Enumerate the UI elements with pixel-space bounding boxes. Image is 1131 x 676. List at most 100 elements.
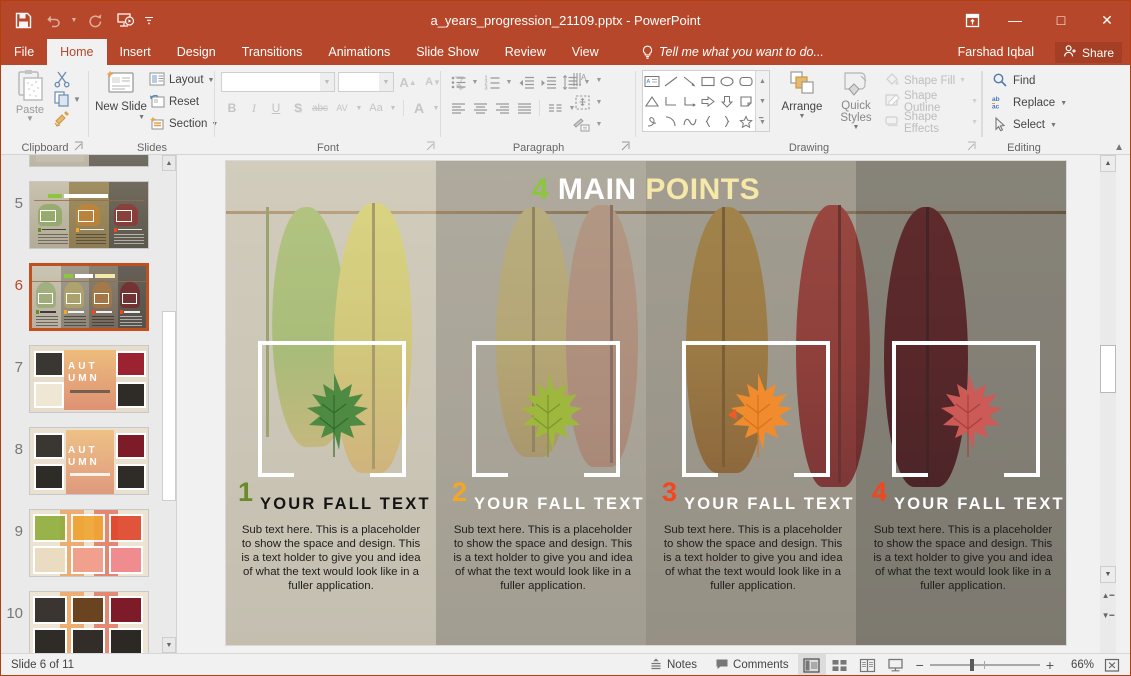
- thumbnail-slide-6[interactable]: 6: [1, 263, 161, 331]
- collapse-ribbon-icon[interactable]: ▲: [1114, 142, 1124, 153]
- copy-button[interactable]: ▼: [53, 89, 87, 109]
- shape-outline-dropdown-icon[interactable]: ▼: [971, 98, 978, 105]
- align-left-icon[interactable]: [447, 97, 469, 119]
- star-shape[interactable]: [736, 111, 755, 131]
- change-case-dropdown-icon[interactable]: ▼: [387, 97, 399, 119]
- previous-slide-icon[interactable]: ▲━: [1100, 587, 1116, 604]
- text-direction-dropdown-icon[interactable]: ▼: [593, 69, 605, 91]
- right-brace-shape[interactable]: [718, 111, 737, 131]
- shapes-gallery[interactable]: A: [642, 70, 770, 132]
- thumbnail-scroll-up-icon[interactable]: ▲: [162, 155, 176, 171]
- thumbnail-scrollbar[interactable]: ▲ ▼: [162, 155, 176, 653]
- thumbnail-slide-8[interactable]: 8 AUT UMN: [1, 427, 161, 495]
- curve-shape[interactable]: [680, 111, 699, 131]
- fit-to-window-icon[interactable]: [1100, 654, 1124, 676]
- layout-button[interactable]: Layout ▼: [149, 69, 213, 91]
- thumbnail-scroll-thumb[interactable]: [162, 311, 176, 501]
- new-slide-dropdown-icon[interactable]: ▼: [138, 114, 145, 121]
- slide-sorter-icon[interactable]: [826, 654, 854, 676]
- tab-transitions[interactable]: Transitions: [229, 39, 316, 65]
- column-heading-1[interactable]: YOUR FALL TEXT: [260, 495, 431, 514]
- column-body-2[interactable]: Sub text here. This is a placeholder to …: [450, 523, 636, 593]
- redo-icon[interactable]: [81, 6, 109, 34]
- thumbnail-image[interactable]: [29, 181, 149, 249]
- tab-review[interactable]: Review: [492, 39, 559, 65]
- column-body-3[interactable]: Sub text here. This is a placeholder to …: [660, 523, 846, 593]
- align-right-icon[interactable]: [491, 97, 513, 119]
- columns-icon[interactable]: [544, 97, 566, 119]
- tab-home[interactable]: Home: [47, 39, 106, 65]
- oval-shape[interactable]: [718, 71, 737, 91]
- font-size-dropdown-icon[interactable]: ▼: [379, 73, 393, 91]
- select-dropdown-icon[interactable]: ▼: [1050, 122, 1057, 129]
- customize-qat-icon[interactable]: [141, 6, 157, 34]
- drawing-dialog-launcher[interactable]: [967, 141, 978, 152]
- rounded-rectangle-shape[interactable]: [736, 71, 755, 91]
- tab-file[interactable]: File: [1, 39, 47, 65]
- bullets-icon[interactable]: [447, 71, 469, 93]
- folded-corner-shape[interactable]: [736, 91, 755, 111]
- column-heading-3[interactable]: YOUR FALL TEXT: [684, 495, 855, 514]
- font-color-button[interactable]: A: [408, 97, 430, 119]
- tab-animations[interactable]: Animations: [315, 39, 403, 65]
- font-name-input[interactable]: ▼: [221, 72, 335, 92]
- tab-slide-show[interactable]: Slide Show: [403, 39, 492, 65]
- thumbnail-slide-10[interactable]: 10: [1, 591, 161, 653]
- scroll-up-icon[interactable]: ▲: [1100, 155, 1116, 172]
- align-text-icon[interactable]: [571, 91, 593, 113]
- underline-button[interactable]: U: [265, 97, 287, 119]
- left-brace-shape[interactable]: [699, 111, 718, 131]
- shapes-scroll-down-icon[interactable]: ▼: [756, 91, 769, 111]
- scroll-thumb[interactable]: [1100, 345, 1116, 393]
- shape-effects-button[interactable]: Shape Effects ▼: [884, 112, 978, 133]
- column-heading-4[interactable]: YOUR FALL TEXT: [894, 495, 1065, 514]
- clipboard-dialog-launcher[interactable]: [74, 141, 85, 152]
- thumbnail-image[interactable]: [29, 509, 149, 577]
- slideshow-view-icon[interactable]: [882, 654, 910, 676]
- start-slideshow-icon[interactable]: [111, 6, 139, 34]
- thumbnail-slide-5[interactable]: 5: [1, 181, 161, 249]
- paste-button[interactable]: Paste ▼: [9, 69, 51, 131]
- arc-shape[interactable]: [662, 111, 681, 131]
- numbering-icon[interactable]: 123: [481, 71, 503, 93]
- slide-vertical-scrollbar[interactable]: ▲ ▼: [1100, 155, 1116, 653]
- save-icon[interactable]: [9, 6, 37, 34]
- replace-button[interactable]: abac Replace ▼: [992, 92, 1102, 114]
- new-slide-button[interactable]: New Slide ▼: [95, 69, 147, 137]
- right-arrow-shape[interactable]: [699, 91, 718, 111]
- increase-indent-icon[interactable]: [537, 71, 559, 93]
- shape-outline-button[interactable]: Shape Outline ▼: [884, 91, 978, 112]
- ribbon-display-icon[interactable]: [952, 1, 992, 39]
- italic-button[interactable]: I: [243, 97, 265, 119]
- align-center-icon[interactable]: [469, 97, 491, 119]
- thumbnail-image[interactable]: AUT UMN: [29, 427, 149, 495]
- thumbnail-image[interactable]: [29, 263, 149, 331]
- font-name-dropdown-icon[interactable]: ▼: [320, 73, 334, 91]
- align-text-dropdown-icon[interactable]: ▼: [593, 91, 605, 113]
- smartart-icon[interactable]: [571, 113, 593, 135]
- textbox-shape[interactable]: A: [643, 71, 662, 91]
- thumbnail-slide-7[interactable]: 7 AUT UMN: [1, 345, 161, 413]
- minimize-button[interactable]: —: [992, 1, 1038, 39]
- maximize-button[interactable]: □: [1038, 1, 1084, 39]
- font-dialog-launcher[interactable]: [426, 141, 437, 152]
- line-shape[interactable]: [662, 71, 681, 91]
- shapes-gallery-more-icon[interactable]: ━▼: [756, 111, 769, 131]
- justify-icon[interactable]: [513, 97, 535, 119]
- comments-button[interactable]: Comments: [706, 654, 798, 676]
- tell-me-box[interactable]: Tell me what you want to do...: [641, 39, 824, 65]
- thumbnail-slide-9[interactable]: 9: [1, 509, 161, 577]
- reading-view-icon[interactable]: [854, 654, 882, 676]
- zoom-in-button[interactable]: +: [1046, 657, 1054, 673]
- numbering-dropdown-icon[interactable]: ▼: [503, 71, 515, 93]
- select-button[interactable]: Select ▼: [992, 114, 1102, 136]
- undo-dropdown-icon[interactable]: ▼: [69, 6, 79, 34]
- slide-title[interactable]: 4 MAIN POINTS: [226, 173, 1066, 207]
- text-direction-icon[interactable]: A: [571, 69, 593, 91]
- format-painter-button[interactable]: [53, 109, 87, 129]
- notes-button[interactable]: Notes: [640, 654, 706, 676]
- account-name[interactable]: Farshad Iqbal: [958, 39, 1034, 65]
- elbow-connector-shape[interactable]: [662, 91, 681, 111]
- scribble-shape[interactable]: [643, 111, 662, 131]
- close-button[interactable]: ✕: [1084, 1, 1130, 39]
